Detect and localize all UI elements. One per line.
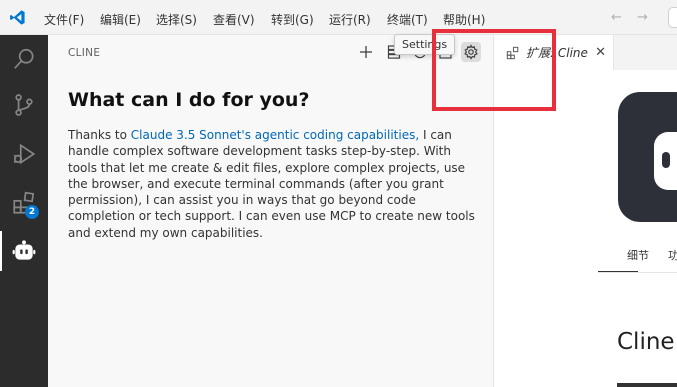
activity-bar: 2 (0, 35, 48, 387)
welcome-text-start: Thanks to (68, 128, 131, 142)
plus-icon (360, 46, 372, 58)
ext-tab-features[interactable]: 功 (668, 247, 677, 263)
activity-source-control[interactable] (0, 85, 48, 125)
menu-view[interactable]: 查看(V) (213, 11, 255, 28)
arrow-left-icon[interactable]: ← (611, 10, 622, 25)
menu-help[interactable]: 帮助(H) (443, 11, 485, 28)
activity-run-debug[interactable] (0, 134, 48, 174)
cline-logo-eye-left (662, 152, 670, 168)
activity-cline[interactable] (0, 231, 48, 271)
menu-run[interactable]: 运行(R) (329, 11, 371, 28)
extensions-badge: 2 (25, 205, 39, 219)
activity-extensions[interactable]: 2 (0, 183, 48, 223)
cline-logo-face (654, 132, 677, 190)
menu-edit[interactable]: 编辑(E) (100, 11, 141, 28)
welcome-heading: What can I do for you? (68, 89, 310, 111)
cline-robot-icon (12, 240, 36, 260)
cline-sidebar: CLINE What can I do for you? Thanks to C… (48, 35, 494, 387)
ext-tab-divider (598, 272, 677, 273)
menubar: 文件(F) 编辑(E) 选择(S) 查看(V) 转到(G) 运行(R) 终端(T… (0, 0, 677, 35)
arrow-right-icon[interactable]: → (637, 10, 648, 25)
sidebar-title: CLINE (68, 47, 101, 59)
vscode-logo-icon[interactable] (9, 9, 26, 26)
active-indicator (0, 231, 2, 271)
new-task-button[interactable] (356, 42, 376, 62)
ext-tab-active-underline (598, 271, 638, 272)
menu-file[interactable]: 文件(F) (44, 11, 84, 28)
search-icon (14, 48, 34, 69)
ext-tab-details[interactable]: 细节 (627, 247, 649, 263)
cline-extension-logo (618, 92, 677, 222)
close-icon[interactable]: ✕ (595, 45, 606, 60)
run-debug-icon (13, 143, 36, 165)
extension-divider (617, 383, 677, 387)
highlight-annotation (432, 29, 556, 111)
activity-search[interactable] (0, 39, 48, 79)
command-center-search[interactable] (668, 7, 677, 28)
extension-name: Cline (617, 329, 675, 355)
welcome-text: Thanks to Claude 3.5 Sonnet's agentic co… (68, 127, 480, 241)
menu-selection[interactable]: 选择(S) (156, 11, 197, 28)
menu-go[interactable]: 转到(G) (271, 11, 314, 28)
welcome-text-end: I can handle complex software developmen… (68, 128, 475, 240)
menu-terminal[interactable]: 终端(T) (387, 11, 428, 28)
source-control-icon (15, 94, 33, 116)
claude-capabilities-link[interactable]: Claude 3.5 Sonnet's agentic coding capab… (131, 128, 419, 142)
